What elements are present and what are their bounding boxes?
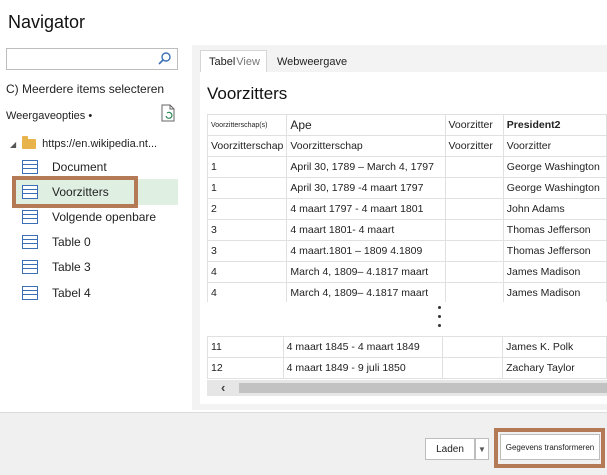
table-cell: 3 bbox=[206, 240, 288, 262]
table-cell bbox=[444, 219, 504, 241]
table-cell: James Madison bbox=[502, 282, 607, 304]
table-cell: Thomas Jefferson bbox=[502, 240, 607, 262]
tree-root-label: https://en.wikipedia.nt... bbox=[42, 138, 158, 150]
highlight-frame bbox=[494, 428, 605, 468]
table-cell: 4 bbox=[206, 282, 288, 304]
table-cell: 4 maart 1801- 4 maart bbox=[286, 219, 446, 241]
table-row: 12 4 maart 1849 - 9 juli 1850 Zachary Tayl… bbox=[207, 357, 607, 379]
table-cell: April 30, 1789 -4 maart 1797 bbox=[286, 177, 446, 199]
table-header-row: Voorzitterschap(s) Ape Voorzitter Presid… bbox=[206, 114, 607, 136]
nav-item-label: Tabel 4 bbox=[52, 286, 91, 300]
table-cell: 4 bbox=[206, 261, 288, 283]
table-row: 1 April 30, 1789 – March 4, 1797 George Wa… bbox=[206, 156, 607, 178]
table-cell: 1 bbox=[206, 177, 288, 199]
table-cell: March 4, 1809– 4.1817 maart bbox=[286, 261, 446, 283]
load-button[interactable]: Laden bbox=[425, 438, 475, 460]
highlight-frame bbox=[12, 176, 138, 208]
view-options-menu[interactable]: Weergaveopties • bbox=[6, 110, 92, 122]
table-row: 24 maart 1797 - 4 maart 1801 John Adams bbox=[206, 198, 607, 220]
scroll-left-icon[interactable]: ‹ bbox=[221, 380, 225, 395]
column-header[interactable]: Voorzitterschap(s) bbox=[206, 114, 288, 136]
nav-item-label: Table 0 bbox=[52, 235, 91, 249]
column-header[interactable]: President2 bbox=[502, 114, 607, 136]
tree-root-node[interactable]: ◢ https://en.wikipedia.nt... bbox=[10, 136, 158, 150]
table-cell: Thomas Jefferson bbox=[502, 219, 607, 241]
table-cell: 4 maart.1801 – 1809 4.1809 bbox=[286, 240, 446, 262]
window-title: Navigator bbox=[8, 12, 86, 32]
table-cell bbox=[442, 357, 504, 379]
preview-title: Voorzitters bbox=[207, 84, 288, 103]
table-icon bbox=[22, 286, 38, 300]
table-icon bbox=[22, 160, 38, 174]
table-cell: George Washington bbox=[502, 177, 607, 199]
table-row: 34 maart.1801 – 1809 4.1809 Thomas Jeffer… bbox=[206, 240, 607, 262]
table-cell bbox=[444, 282, 504, 304]
table-cell: 4 maart 1797 - 4 maart 1801 bbox=[286, 198, 446, 220]
table-cell bbox=[444, 198, 504, 220]
table-cell: John Adams bbox=[502, 198, 607, 220]
nav-item-label: Document bbox=[52, 160, 107, 174]
table-cell bbox=[444, 261, 504, 283]
table-cell: James Madison bbox=[502, 261, 607, 283]
table-cell bbox=[444, 177, 504, 199]
table-cell: 12 bbox=[207, 357, 284, 379]
multi-select-checkbox[interactable]: C) Meerdere items selecteren bbox=[6, 82, 164, 96]
nav-item-table-3[interactable]: Table 3 bbox=[22, 254, 172, 280]
ellipsis-dot bbox=[438, 315, 441, 318]
table-cell: 11 bbox=[207, 336, 284, 358]
nav-item-label: Volgende openbare bbox=[52, 210, 157, 224]
table-cell bbox=[442, 336, 504, 358]
nav-item-tabel-4[interactable]: Tabel 4 bbox=[22, 280, 172, 306]
rows-elided-gap bbox=[207, 302, 607, 332]
table-cell: Voorzitter bbox=[444, 135, 504, 157]
chevron-down-icon: ▼ bbox=[478, 444, 486, 454]
table-cell: April 30, 1789 – March 4, 1797 bbox=[286, 156, 446, 178]
table-cell: March 4, 1809– 4.1817 maart bbox=[286, 282, 446, 304]
table-cell: Zachary Taylor bbox=[502, 357, 607, 379]
table-icon bbox=[22, 235, 38, 249]
load-dropdown-button[interactable]: ▼ bbox=[475, 438, 489, 460]
table-row: 4 March 4, 1809– 4.1817 maart James Madiso… bbox=[206, 261, 607, 283]
table-cell: 1 bbox=[206, 156, 288, 178]
table-cell: 3 bbox=[206, 219, 288, 241]
ellipsis-dot bbox=[438, 306, 441, 309]
table-cell: James K. Polk bbox=[502, 336, 607, 358]
scrollbar-thumb[interactable] bbox=[239, 383, 607, 393]
table-cell: George Washington bbox=[502, 156, 607, 178]
table-cell: Voorzitterschap bbox=[286, 135, 446, 157]
table-cell: 4 maart 1845 - 4 maart 1849 bbox=[282, 336, 444, 358]
search-input[interactable] bbox=[6, 48, 178, 70]
tab-web-view[interactable]: Webweergave bbox=[267, 52, 357, 72]
nav-item-label: Table 3 bbox=[52, 260, 91, 274]
column-header[interactable]: Ape bbox=[286, 114, 446, 136]
column-header[interactable]: Voorzitter bbox=[444, 114, 504, 136]
refresh-icon[interactable] bbox=[160, 104, 176, 122]
horizontal-scrollbar[interactable]: ‹ bbox=[207, 380, 607, 396]
search-icon[interactable] bbox=[157, 51, 173, 67]
ellipsis-dot bbox=[438, 324, 441, 327]
table-icon bbox=[22, 210, 38, 224]
table-cell: 2 bbox=[206, 198, 288, 220]
table-row: 34 maart 1801- 4 maart Thomas Jefferson bbox=[206, 219, 607, 241]
preview-table: Voorzitterschap(s) Ape Voorzitter Presid… bbox=[206, 114, 607, 304]
table-cell: Voorzitter bbox=[502, 135, 607, 157]
tab-label: Tabel bbox=[209, 56, 236, 68]
table-cell bbox=[444, 240, 504, 262]
folder-icon bbox=[22, 136, 37, 149]
caret-down-icon[interactable]: ◢ bbox=[10, 140, 16, 149]
table-row: 11 4 maart 1845 - 4 maart 1849 James K. Po… bbox=[207, 336, 607, 358]
table-icon bbox=[22, 260, 38, 274]
tab-table-view[interactable]: TabelView bbox=[200, 50, 267, 72]
table-cell: Voorzitterschap bbox=[206, 135, 288, 157]
table-row: 4 March 4, 1809– 4.1817 maart James Madiso… bbox=[206, 282, 607, 304]
preview-table-lower: 11 4 maart 1845 - 4 maart 1849 James K. Po… bbox=[207, 336, 607, 379]
table-cell: 4 maart 1849 - 9 juli 1850 bbox=[282, 357, 444, 379]
table-cell bbox=[444, 156, 504, 178]
view-tabs: TabelView Webweergave bbox=[200, 50, 357, 72]
table-row: Voorzitterschap Voorzitterschap Voorzitter… bbox=[206, 135, 607, 157]
nav-item-table-0[interactable]: Table 0 bbox=[22, 229, 172, 255]
tab-label: View bbox=[236, 56, 260, 68]
table-row: 1 April 30, 1789 -4 maart 1797 George Wash… bbox=[206, 177, 607, 199]
